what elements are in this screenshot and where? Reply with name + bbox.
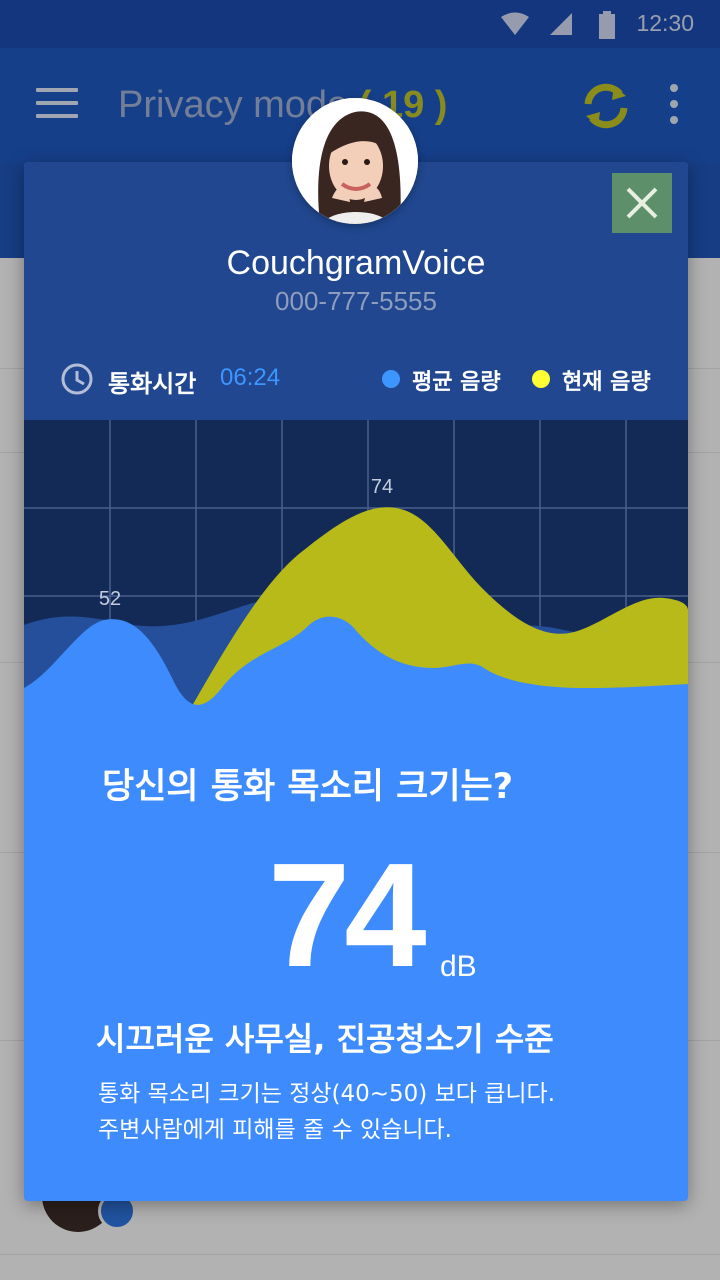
current-peak-label: 74 [371,476,393,498]
caller-avatar [292,98,418,224]
call-time-value: 06:24 [220,364,281,391]
legend-average-label: 평균 음량 [412,370,501,395]
close-button[interactable] [612,173,672,233]
legend-current-label: 현재 음량 [562,370,651,395]
volume-chart: 52 74 [24,420,688,720]
call-info-row: 통화시간 06:24 평균 음량 현재 음량 [24,360,688,404]
clock-icon [61,363,93,395]
call-volume-dialog: CouchgramVoice 000-777-5555 통화시간 06:24 평… [24,162,688,1201]
volume-value: 74 [268,833,427,998]
volume-level-description: 시끄러운 사무실, 진공청소기 수준 [96,1020,554,1058]
call-time-label: 통화시간 [108,370,197,398]
caller-photo [292,98,418,224]
legend-average-dot [382,370,400,388]
close-icon [626,187,658,219]
caller-name: CouchgramVoice [226,244,486,282]
average-peak-label: 52 [99,588,121,610]
caller-number: 000-777-5555 [275,286,437,316]
legend-current-dot [532,370,550,388]
volume-detail-line-2: 주변사람에게 피해를 줄 수 있습니다. [98,1117,452,1143]
volume-unit: dB [440,950,477,983]
volume-detail-line-1: 통화 목소리 크기는 정상(40~50) 보다 큽니다. [98,1081,556,1107]
volume-question: 당신의 통화 목소리 크기는? [102,767,514,807]
